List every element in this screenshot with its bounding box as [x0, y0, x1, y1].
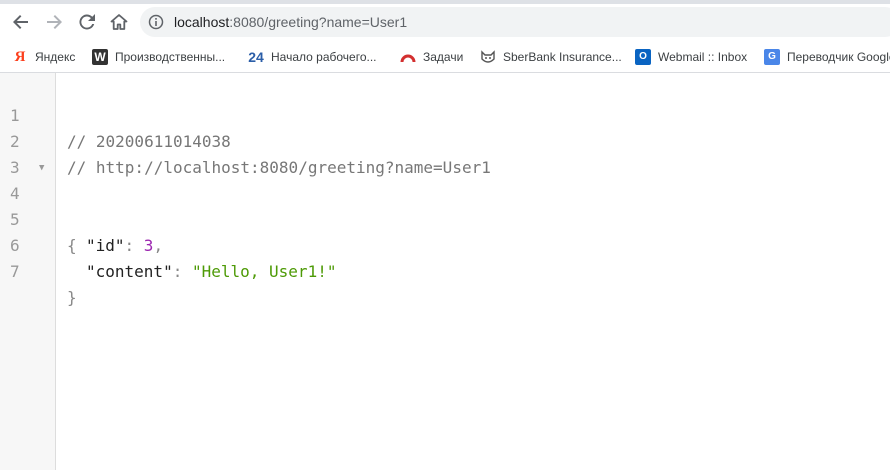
fold-toggle-icon[interactable]: ▼: [39, 155, 44, 181]
tasks-arc-icon: [400, 49, 416, 65]
url-path: :8080/greeting?name=User1: [229, 14, 408, 30]
content-pair: "content": "Hello, User1!": [86, 262, 337, 281]
google-translate-icon: G: [764, 49, 780, 65]
back-arrow-icon: [13, 15, 28, 29]
info-icon[interactable]: [148, 14, 164, 30]
line-number: 7: [10, 262, 20, 281]
bookmark-production[interactable]: W Производственны...: [92, 47, 225, 67]
code-line: 6 "content": "Hello, User1!": [0, 207, 890, 281]
close-brace: }: [67, 288, 77, 307]
bookmark-tasks[interactable]: Задачи: [400, 47, 463, 67]
bookmark-label: Производственны...: [115, 50, 226, 64]
bookmark-yandex[interactable]: Я Яндекс: [12, 47, 76, 67]
reload-button[interactable]: [75, 10, 99, 34]
code-line: 4 ▼ {: [0, 155, 890, 255]
tab-strip-edge: [0, 0, 890, 4]
bookmark-label: SberBank Insurance...: [503, 50, 622, 64]
url-host: localhost: [174, 14, 230, 30]
bookmark-webmail[interactable]: O Webmail :: Inbox: [635, 47, 747, 67]
back-button[interactable]: [9, 10, 33, 34]
bookmark-label: Начало рабочего...: [271, 50, 377, 64]
cat-icon: [480, 49, 496, 65]
code-line: 7 }: [0, 233, 890, 307]
address-bar[interactable]: localhost:8080/greeting?name=User1: [140, 7, 890, 37]
bookmark-label: Задачи: [423, 50, 464, 64]
bookmarks-bar: Я Яндекс W Производственны... 24 Начало …: [0, 42, 890, 73]
browser-toolbar: localhost:8080/greeting?name=User1: [0, 0, 890, 42]
bookmark-sberbank[interactable]: SberBank Insurance...: [480, 47, 622, 67]
url-text[interactable]: localhost:8080/greeting?name=User1: [174, 14, 407, 30]
home-button[interactable]: [107, 10, 131, 34]
forward-button[interactable]: [42, 10, 66, 34]
forward-arrow-icon: [47, 15, 62, 29]
code-line: 3: [0, 129, 890, 177]
bookmark-label: Переводчик Google: [787, 50, 890, 64]
code-line: 5 "id": 3,: [0, 181, 890, 255]
outlook-icon: O: [635, 49, 651, 65]
json-value-content: "Hello, User1!": [191, 262, 337, 281]
bookmark-label: Яндекс: [35, 50, 76, 64]
bookmark-google-translate[interactable]: G Переводчик Google: [764, 47, 890, 67]
w-icon: W: [92, 49, 108, 65]
bookmark-label: Webmail :: Inbox: [658, 50, 748, 64]
bookmark-bitrix[interactable]: 24 Начало рабочего...: [246, 47, 377, 67]
yandex-icon: Я: [14, 49, 26, 65]
reload-icon: [79, 14, 95, 30]
home-icon: [110, 14, 128, 30]
code-line: 1 // 20200611014038: [0, 77, 890, 151]
bitrix24-icon: 24: [248, 49, 264, 65]
json-key-content: "content": [86, 262, 173, 281]
code-line: 2 // http://localhost:8080/greeting?name…: [0, 103, 890, 177]
